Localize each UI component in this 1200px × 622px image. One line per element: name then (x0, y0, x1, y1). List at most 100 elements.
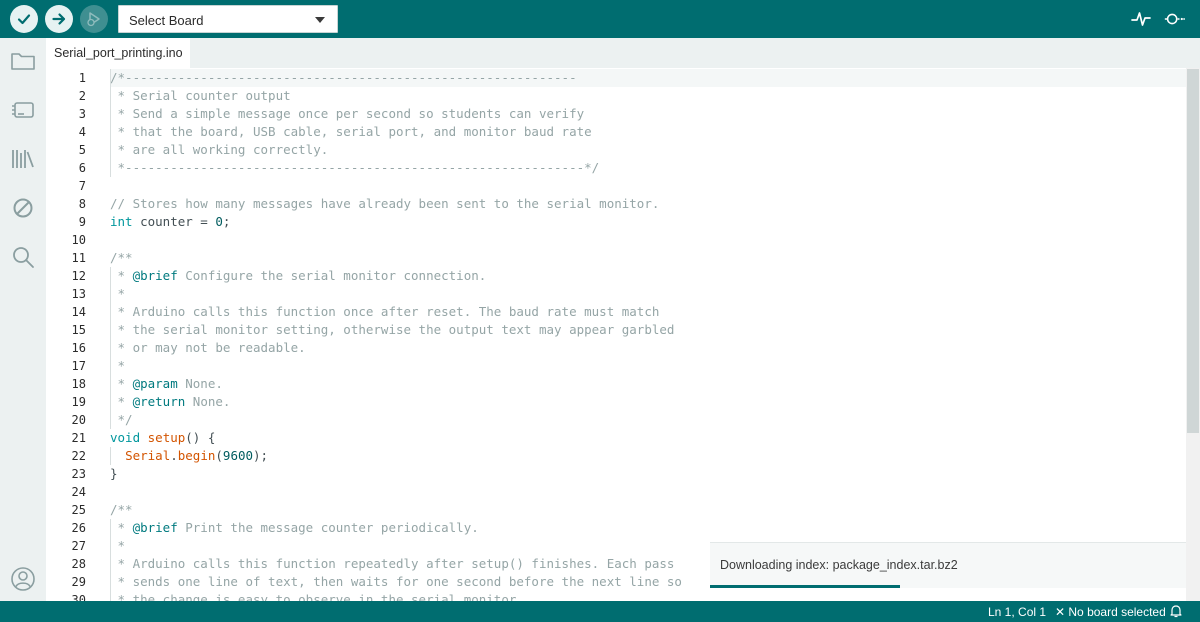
toolbar: Select Board (0, 0, 1200, 38)
search-icon (13, 247, 34, 268)
code-line[interactable]: // Stores how many messages have already… (110, 195, 659, 213)
line-number: 19 (71, 395, 86, 409)
notifications-button[interactable] (1170, 604, 1182, 621)
line-number: 28 (71, 557, 86, 571)
code-line[interactable]: * (110, 285, 126, 303)
code-line[interactable]: *---------------------------------------… (110, 159, 600, 177)
arrow-right-icon (52, 13, 66, 25)
notification-message: Downloading index: package_index.tar.bz2 (720, 558, 958, 572)
code-area[interactable]: /*--------------------------------------… (110, 68, 1186, 601)
code-line[interactable]: * Arduino calls this function repeatedly… (110, 555, 675, 573)
indent-guide (110, 267, 111, 429)
tab-serial-port-printing[interactable]: Serial_port_printing.ino (46, 38, 190, 68)
line-number: 26 (71, 521, 86, 535)
line-number: 7 (78, 179, 86, 193)
debug-panel-button[interactable] (9, 194, 37, 222)
bell-icon (1170, 605, 1182, 618)
code-line[interactable]: */ (110, 411, 133, 429)
line-number: 10 (71, 233, 86, 247)
code-line[interactable]: * (110, 357, 126, 375)
status-bar: Ln 1, Col 1 ✕ No board selected (0, 601, 1200, 622)
line-number: 9 (78, 215, 86, 229)
progress-bar-fill (710, 585, 901, 588)
line-number: 13 (71, 287, 86, 301)
line-number: 3 (78, 107, 86, 121)
line-number: 20 (71, 413, 86, 427)
line-number: 30 (71, 593, 86, 601)
chevron-down-icon (315, 17, 325, 23)
line-number: 6 (78, 161, 86, 175)
library-icon (12, 150, 34, 168)
code-line[interactable]: * @brief Configure the serial monitor co… (110, 267, 487, 285)
board-select[interactable]: Select Board (118, 5, 338, 33)
code-line[interactable]: * @return None. (110, 393, 231, 411)
editor-scrollbar[interactable] (1186, 68, 1200, 601)
line-number: 15 (71, 323, 86, 337)
line-number: 14 (71, 305, 86, 319)
indent-guide (110, 519, 111, 601)
line-number: 24 (71, 485, 86, 499)
line-number: 21 (71, 431, 86, 445)
folder-icon (11, 53, 35, 70)
serial-monitor-button[interactable] (1163, 8, 1185, 30)
code-line[interactable]: * @param None. (110, 375, 223, 393)
activity-bar (0, 38, 46, 601)
indent-guide (110, 447, 111, 465)
line-number: 23 (71, 467, 86, 481)
check-icon (17, 14, 31, 25)
board-status[interactable]: ✕ No board selected (1055, 605, 1166, 619)
pulse-icon (1131, 12, 1151, 26)
board-select-label: Select Board (129, 13, 204, 28)
line-number: 29 (71, 575, 86, 589)
verify-button[interactable] (10, 5, 38, 33)
profile-button[interactable] (9, 565, 37, 593)
search-button[interactable] (9, 243, 37, 271)
progress-bar (710, 585, 1186, 588)
code-line[interactable]: } (110, 465, 118, 483)
no-debug-icon (13, 198, 33, 218)
code-line[interactable]: * that the board, USB cable, serial port… (110, 123, 592, 141)
line-number: 17 (71, 359, 86, 373)
line-number: 12 (71, 269, 86, 283)
code-line[interactable]: /** (110, 249, 133, 267)
line-number: 18 (71, 377, 86, 391)
code-line[interactable]: * Send a simple message once per second … (110, 105, 585, 123)
board-icon (12, 102, 34, 118)
serial-plotter-button[interactable] (1130, 8, 1152, 30)
debug-button[interactable] (80, 5, 108, 33)
line-number: 25 (71, 503, 86, 517)
code-line[interactable]: /*--------------------------------------… (110, 69, 577, 87)
line-number: 2 (78, 89, 86, 103)
code-line[interactable]: void setup() { (110, 429, 215, 447)
code-line[interactable]: * sends one line of text, then waits for… (110, 573, 682, 591)
line-number: 1 (78, 71, 86, 85)
code-line[interactable]: /** (110, 501, 133, 519)
code-line[interactable]: * or may not be readable. (110, 339, 306, 357)
line-number: 22 (71, 449, 86, 463)
user-icon (11, 567, 35, 591)
line-number: 8 (78, 197, 86, 211)
code-line[interactable]: * the serial monitor setting, otherwise … (110, 321, 675, 339)
library-manager-button[interactable] (9, 145, 37, 173)
code-line[interactable]: * are all working correctly. (110, 141, 329, 159)
line-number: 5 (78, 143, 86, 157)
code-line[interactable]: * (110, 537, 126, 555)
upload-button[interactable] (45, 5, 73, 33)
code-line[interactable]: * @brief Print the message counter perio… (110, 519, 479, 537)
editor-scrollbar-thumb[interactable] (1187, 69, 1199, 433)
serial-monitor-icon (1164, 13, 1185, 25)
tab-bar: Serial_port_printing.ino (46, 38, 1200, 68)
code-line[interactable]: int counter = 0; (110, 213, 230, 231)
code-line[interactable]: * Arduino calls this function once after… (110, 303, 660, 321)
code-line[interactable]: * the change is easy to observe in the s… (110, 591, 524, 601)
line-number: 27 (71, 539, 86, 553)
boards-manager-button[interactable] (9, 96, 37, 124)
line-number: 4 (78, 125, 86, 139)
line-number: 11 (71, 251, 86, 265)
code-line[interactable]: * Serial counter output (110, 87, 291, 105)
indent-guide (110, 69, 111, 177)
sketchbook-button[interactable] (9, 47, 37, 75)
code-line[interactable]: Serial.begin(9600); (110, 447, 268, 465)
code-editor[interactable]: 1 2 3 4 5 6 7 8 9 10 11 12 13 14 15 16 17 18 19 20 21 22 23 24 2… (46, 68, 1200, 601)
cursor-position[interactable]: Ln 1, Col 1 (988, 605, 1046, 619)
